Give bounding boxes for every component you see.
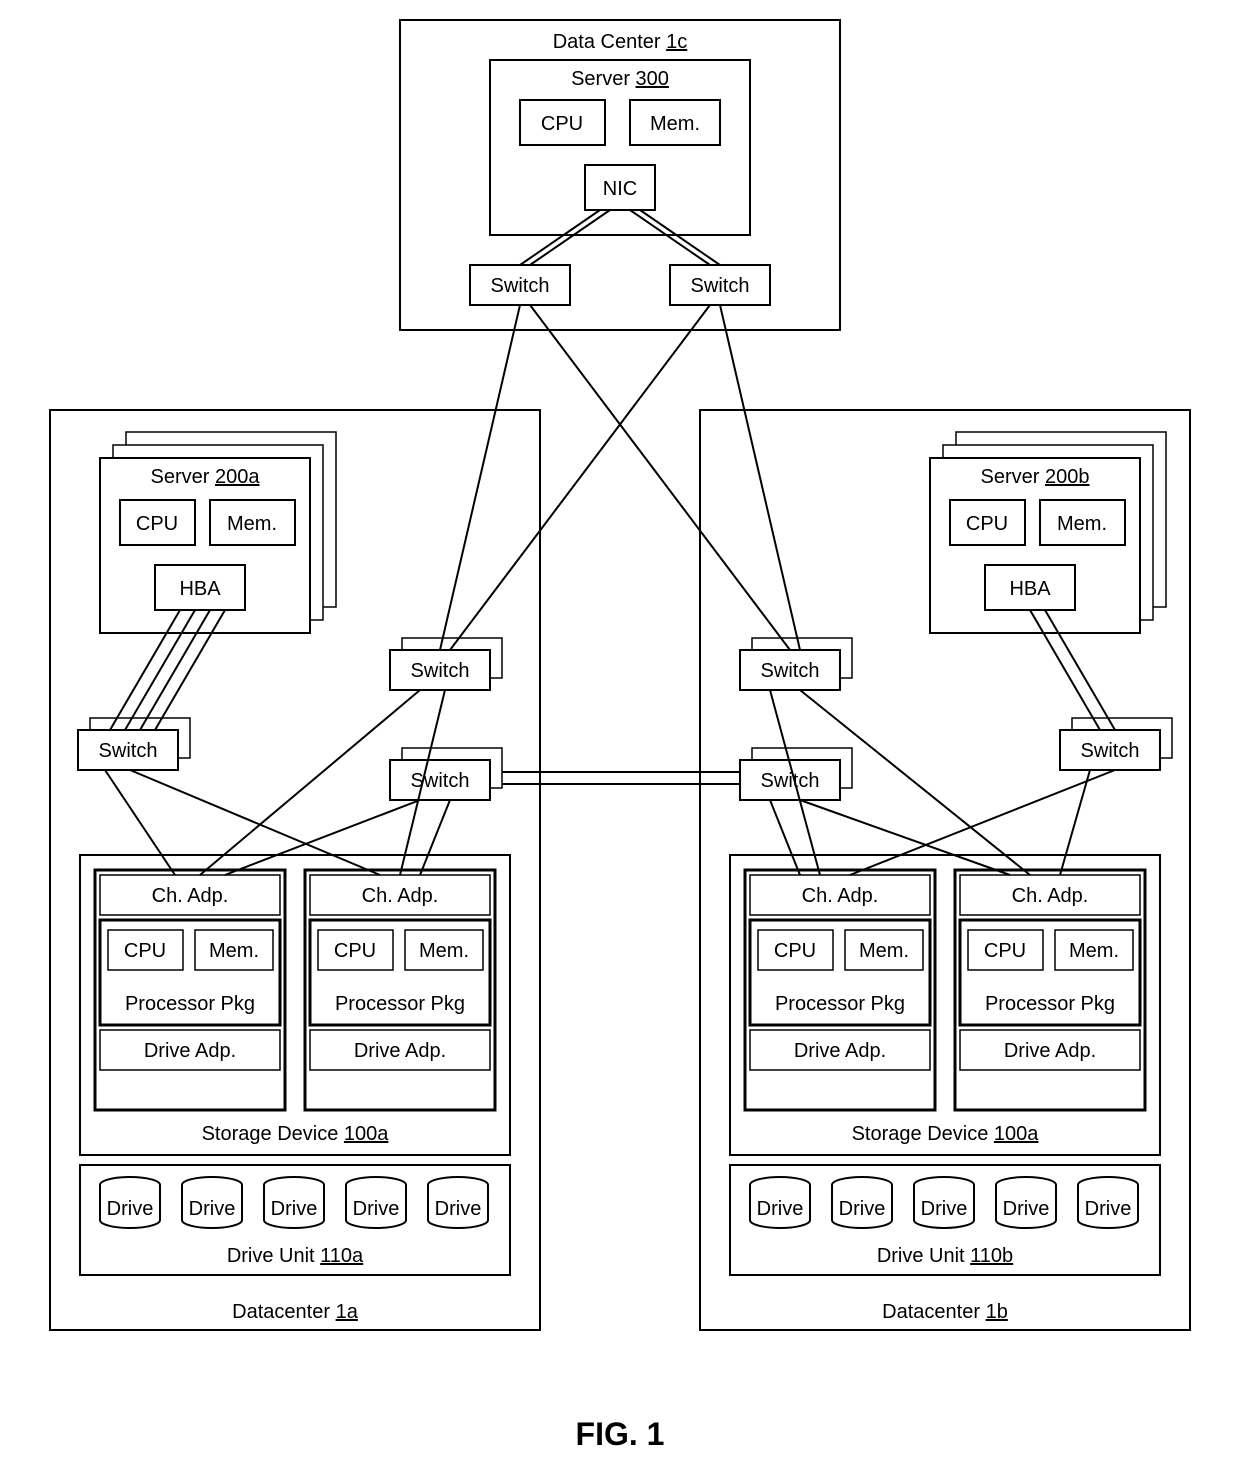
drive-unit-110a: Drive Unit 110a Drive Drive Drive Drive … (80, 1165, 510, 1275)
svg-text:CPU: CPU (984, 940, 1026, 962)
svg-text:Drive: Drive (189, 1198, 236, 1220)
svg-text:CPU: CPU (966, 513, 1008, 535)
svg-text:Mem.: Mem. (419, 940, 469, 962)
server-300: Server 300 CPU Mem. NIC (490, 60, 750, 235)
datacenter-1c: Data Center 1c Server 300 CPU Mem. NIC S… (400, 20, 840, 330)
svg-text:Switch: Switch (411, 770, 470, 792)
svg-text:Ch. Adp.: Ch. Adp. (1012, 885, 1089, 907)
svg-text:Processor Pkg: Processor Pkg (985, 993, 1115, 1015)
svg-text:Switch: Switch (1081, 740, 1140, 762)
figure-1-diagram: Data Center 1c Server 300 CPU Mem. NIC S… (0, 0, 1240, 1484)
svg-text:Storage Device 100a: Storage Device 100a (202, 1123, 390, 1145)
svg-text:Ch. Adp.: Ch. Adp. (362, 885, 439, 907)
dc1a-sw2: Switch (390, 638, 502, 690)
svg-text:Drive Adp.: Drive Adp. (1004, 1040, 1096, 1062)
svg-text:Drive: Drive (271, 1198, 318, 1220)
sd-left-ctrl2: Ch. Adp. CPU Mem. Processor Pkg Drive Ad… (305, 870, 495, 1110)
dc1c-switch-right-label: Switch (691, 275, 750, 297)
svg-text:Processor Pkg: Processor Pkg (775, 993, 905, 1015)
svg-text:Server 300: Server 300 (571, 68, 669, 90)
svg-text:Datacenter 1b: Datacenter 1b (882, 1301, 1008, 1323)
datacenter-1b: Datacenter 1b Server 200b CPU Mem. HBA S… (700, 410, 1190, 1330)
svg-text:Server 200a: Server 200a (151, 466, 261, 488)
svg-text:Mem.: Mem. (859, 940, 909, 962)
server200a-cpu: CPU (136, 513, 178, 535)
svg-text:Switch: Switch (761, 770, 820, 792)
svg-text:Storage Device 100a: Storage Device 100a (852, 1123, 1040, 1145)
svg-text:Drive Unit 110b: Drive Unit 110b (877, 1245, 1013, 1267)
svg-text:Drive: Drive (107, 1198, 154, 1220)
drive-unit-110b: Drive Unit 110b Drive Drive Drive Drive … (730, 1165, 1160, 1275)
svg-text:Switch: Switch (761, 660, 820, 682)
dc1a-ref: 1a (336, 1301, 359, 1323)
server200a-hba: HBA (179, 578, 221, 600)
drive-icon: Drive (1078, 1177, 1138, 1228)
server-200b-stack: Server 200b CPU Mem. HBA (930, 432, 1166, 633)
drive-icon: Drive (346, 1177, 406, 1228)
server200a-title: Server (151, 466, 210, 488)
svg-text:Ch. Adp.: Ch. Adp. (152, 885, 229, 907)
svg-text:Drive: Drive (435, 1198, 482, 1220)
svg-text:Drive Adp.: Drive Adp. (354, 1040, 446, 1062)
dc1a-title: Datacenter (232, 1301, 330, 1323)
dc1a-sw3: Switch (390, 748, 502, 800)
svg-text:Drive: Drive (839, 1198, 886, 1220)
dc1c-ref: 1c (666, 31, 687, 53)
datacenter-1a: Datacenter 1a Server 200a CPU Mem. HBA S… (50, 410, 540, 1330)
svg-text:Drive: Drive (353, 1198, 400, 1220)
svg-text:CPU: CPU (124, 940, 166, 962)
server300-cpu: CPU (541, 113, 583, 135)
server200a-ref: 200a (215, 466, 260, 488)
svg-text:Server 200b: Server 200b (981, 466, 1090, 488)
sd-right-ctrl2: Ch. Adp. CPU Mem. Processor Pkg Drive Ad… (955, 870, 1145, 1110)
svg-text:Processor Pkg: Processor Pkg (335, 993, 465, 1015)
server200a-mem: Mem. (227, 513, 277, 535)
storage-100a-left: Storage Device 100a Ch. Adp. CPU Mem. Pr… (80, 855, 510, 1155)
svg-text:HBA: HBA (1009, 578, 1051, 600)
svg-text:Drive: Drive (1085, 1198, 1132, 1220)
svg-text:Switch: Switch (411, 660, 470, 682)
server-200a-stack: Server 200a CPU Mem. HBA (100, 432, 336, 633)
svg-text:Switch: Switch (99, 740, 158, 762)
sd-right-ctrl1: Ch. Adp. CPU Mem. Processor Pkg Drive Ad… (745, 870, 935, 1110)
svg-text:Mem.: Mem. (209, 940, 259, 962)
svg-text:CPU: CPU (774, 940, 816, 962)
server300-nic: NIC (603, 178, 637, 200)
drive-icon: Drive (750, 1177, 810, 1228)
svg-text:Drive: Drive (1003, 1198, 1050, 1220)
svg-text:Ch. Adp.: Ch. Adp. (802, 885, 879, 907)
svg-text:CPU: CPU (334, 940, 376, 962)
svg-text:Mem.: Mem. (1069, 940, 1119, 962)
drive-icon: Drive (428, 1177, 488, 1228)
drive-icon: Drive (182, 1177, 242, 1228)
svg-text:Mem.: Mem. (1057, 513, 1107, 535)
figure-label: FIG. 1 (576, 1416, 665, 1452)
svg-text:Drive Adp.: Drive Adp. (144, 1040, 236, 1062)
svg-text:Drive: Drive (757, 1198, 804, 1220)
server300-title: Server (571, 68, 630, 90)
svg-text:Processor Pkg: Processor Pkg (125, 993, 255, 1015)
storage-100a-right: Storage Device 100a Ch. Adp. CPU Mem. Pr… (730, 855, 1160, 1155)
svg-text:Drive Adp.: Drive Adp. (794, 1040, 886, 1062)
dc1c-switch-left-label: Switch (491, 275, 550, 297)
dc1a-sw1: Switch (78, 718, 190, 770)
server300-ref: 300 (636, 68, 669, 90)
dc1b-sw3: Switch (740, 748, 852, 800)
svg-text:Drive: Drive (921, 1198, 968, 1220)
svg-text:Datacenter 1a: Datacenter 1a (232, 1301, 359, 1323)
drive-icon: Drive (264, 1177, 324, 1228)
dc1b-sw1: Switch (1060, 718, 1172, 770)
drive-icon: Drive (996, 1177, 1056, 1228)
drive-icon: Drive (100, 1177, 160, 1228)
drive-icon: Drive (832, 1177, 892, 1228)
server300-mem: Mem. (650, 113, 700, 135)
dc1c-title: Data Center (553, 31, 661, 53)
drive-icon: Drive (914, 1177, 974, 1228)
dc1b-sw2: Switch (740, 638, 852, 690)
sd-left-ctrl1: Ch. Adp. CPU Mem. Processor Pkg Drive Ad… (95, 870, 285, 1110)
svg-text:Drive Unit 110a: Drive Unit 110a (227, 1245, 364, 1267)
svg-text:Data Center 1c: Data Center 1c (553, 31, 688, 53)
